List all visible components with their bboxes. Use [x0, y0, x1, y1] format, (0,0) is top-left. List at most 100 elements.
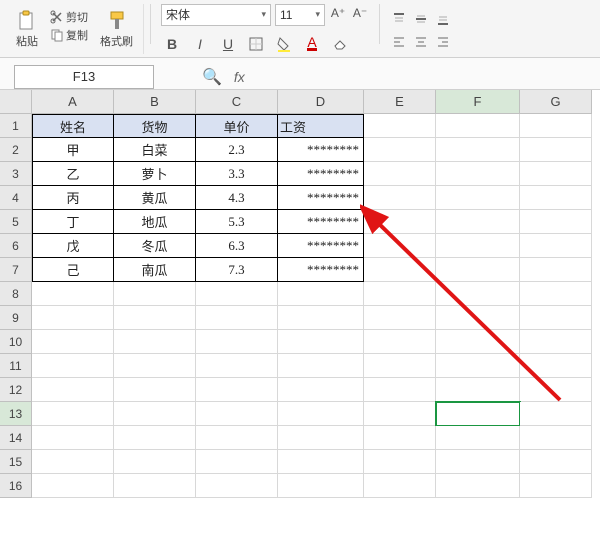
- search-icon[interactable]: 🔍: [202, 67, 222, 87]
- cell-A14[interactable]: [32, 426, 114, 450]
- row-header-16[interactable]: 16: [0, 474, 32, 498]
- cell-C9[interactable]: [196, 306, 278, 330]
- cell-F16[interactable]: [436, 474, 520, 498]
- cell-A11[interactable]: [32, 354, 114, 378]
- cell-C6[interactable]: 6.3: [196, 234, 278, 258]
- col-header-E[interactable]: E: [364, 90, 436, 114]
- cell-B6[interactable]: 冬瓜: [114, 234, 196, 258]
- cell-G11[interactable]: [520, 354, 592, 378]
- cell-A12[interactable]: [32, 378, 114, 402]
- cell-F6[interactable]: [436, 234, 520, 258]
- cell-E2[interactable]: [364, 138, 436, 162]
- cell-D8[interactable]: [278, 282, 364, 306]
- cut-button[interactable]: 剪切: [48, 8, 90, 26]
- row-header-9[interactable]: 9: [0, 306, 32, 330]
- cell-B12[interactable]: [114, 378, 196, 402]
- row-header-2[interactable]: 2: [0, 138, 32, 162]
- row-header-13[interactable]: 13: [0, 402, 32, 426]
- cell-B7[interactable]: 南瓜: [114, 258, 196, 282]
- cell-D13[interactable]: [278, 402, 364, 426]
- cell-D16[interactable]: [278, 474, 364, 498]
- cell-C2[interactable]: 2.3: [196, 138, 278, 162]
- cell-G14[interactable]: [520, 426, 592, 450]
- cell-E16[interactable]: [364, 474, 436, 498]
- col-header-F[interactable]: F: [436, 90, 520, 114]
- paste-button[interactable]: 粘贴: [10, 8, 44, 51]
- col-header-B[interactable]: B: [114, 90, 196, 114]
- decrease-font-button[interactable]: A⁻: [351, 4, 369, 22]
- cell-A10[interactable]: [32, 330, 114, 354]
- row-header-4[interactable]: 4: [0, 186, 32, 210]
- cell-D1[interactable]: 工资: [278, 114, 364, 138]
- align-middle-button[interactable]: [412, 10, 430, 28]
- cell-G6[interactable]: [520, 234, 592, 258]
- cell-B3[interactable]: 萝卜: [114, 162, 196, 186]
- cell-G3[interactable]: [520, 162, 592, 186]
- align-bottom-button[interactable]: [434, 10, 452, 28]
- clear-format-button[interactable]: [329, 33, 351, 55]
- font-color-button[interactable]: A: [301, 33, 323, 55]
- cell-D9[interactable]: [278, 306, 364, 330]
- cell-C16[interactable]: [196, 474, 278, 498]
- align-center-button[interactable]: [412, 33, 430, 51]
- row-header-10[interactable]: 10: [0, 330, 32, 354]
- cell-G4[interactable]: [520, 186, 592, 210]
- cell-A13[interactable]: [32, 402, 114, 426]
- row-header-7[interactable]: 7: [0, 258, 32, 282]
- align-right-button[interactable]: [434, 33, 452, 51]
- cell-F15[interactable]: [436, 450, 520, 474]
- cell-F3[interactable]: [436, 162, 520, 186]
- cell-B15[interactable]: [114, 450, 196, 474]
- cell-C10[interactable]: [196, 330, 278, 354]
- cell-G13[interactable]: [520, 402, 592, 426]
- cell-G5[interactable]: [520, 210, 592, 234]
- fill-color-button[interactable]: [273, 33, 295, 55]
- cell-D4[interactable]: ********: [278, 186, 364, 210]
- row-header-3[interactable]: 3: [0, 162, 32, 186]
- row-header-14[interactable]: 14: [0, 426, 32, 450]
- cell-F11[interactable]: [436, 354, 520, 378]
- cell-G12[interactable]: [520, 378, 592, 402]
- row-header-15[interactable]: 15: [0, 450, 32, 474]
- cell-F7[interactable]: [436, 258, 520, 282]
- cell-D6[interactable]: ********: [278, 234, 364, 258]
- cell-B4[interactable]: 黄瓜: [114, 186, 196, 210]
- cell-A8[interactable]: [32, 282, 114, 306]
- cell-E11[interactable]: [364, 354, 436, 378]
- cell-A9[interactable]: [32, 306, 114, 330]
- cell-F14[interactable]: [436, 426, 520, 450]
- cell-E6[interactable]: [364, 234, 436, 258]
- format-painter-button[interactable]: 格式刷: [94, 8, 139, 51]
- italic-button[interactable]: I: [189, 33, 211, 55]
- cell-B10[interactable]: [114, 330, 196, 354]
- cell-E1[interactable]: [364, 114, 436, 138]
- cell-F2[interactable]: [436, 138, 520, 162]
- cell-B1[interactable]: 货物: [114, 114, 196, 138]
- cell-B5[interactable]: 地瓜: [114, 210, 196, 234]
- row-header-12[interactable]: 12: [0, 378, 32, 402]
- cell-A16[interactable]: [32, 474, 114, 498]
- cell-B2[interactable]: 白菜: [114, 138, 196, 162]
- cell-G15[interactable]: [520, 450, 592, 474]
- cell-E12[interactable]: [364, 378, 436, 402]
- cell-A5[interactable]: 丁: [32, 210, 114, 234]
- cell-C14[interactable]: [196, 426, 278, 450]
- cell-A7[interactable]: 己: [32, 258, 114, 282]
- select-all-corner[interactable]: [0, 90, 32, 114]
- col-header-D[interactable]: D: [278, 90, 364, 114]
- cell-E5[interactable]: [364, 210, 436, 234]
- cell-E14[interactable]: [364, 426, 436, 450]
- cell-C13[interactable]: [196, 402, 278, 426]
- cell-D15[interactable]: [278, 450, 364, 474]
- cell-G16[interactable]: [520, 474, 592, 498]
- name-box[interactable]: F13: [14, 65, 154, 89]
- cell-E3[interactable]: [364, 162, 436, 186]
- cell-G9[interactable]: [520, 306, 592, 330]
- underline-button[interactable]: U: [217, 33, 239, 55]
- cell-B11[interactable]: [114, 354, 196, 378]
- cell-F8[interactable]: [436, 282, 520, 306]
- cell-B13[interactable]: [114, 402, 196, 426]
- cell-E4[interactable]: [364, 186, 436, 210]
- cell-A2[interactable]: 甲: [32, 138, 114, 162]
- increase-font-button[interactable]: A⁺: [329, 4, 347, 22]
